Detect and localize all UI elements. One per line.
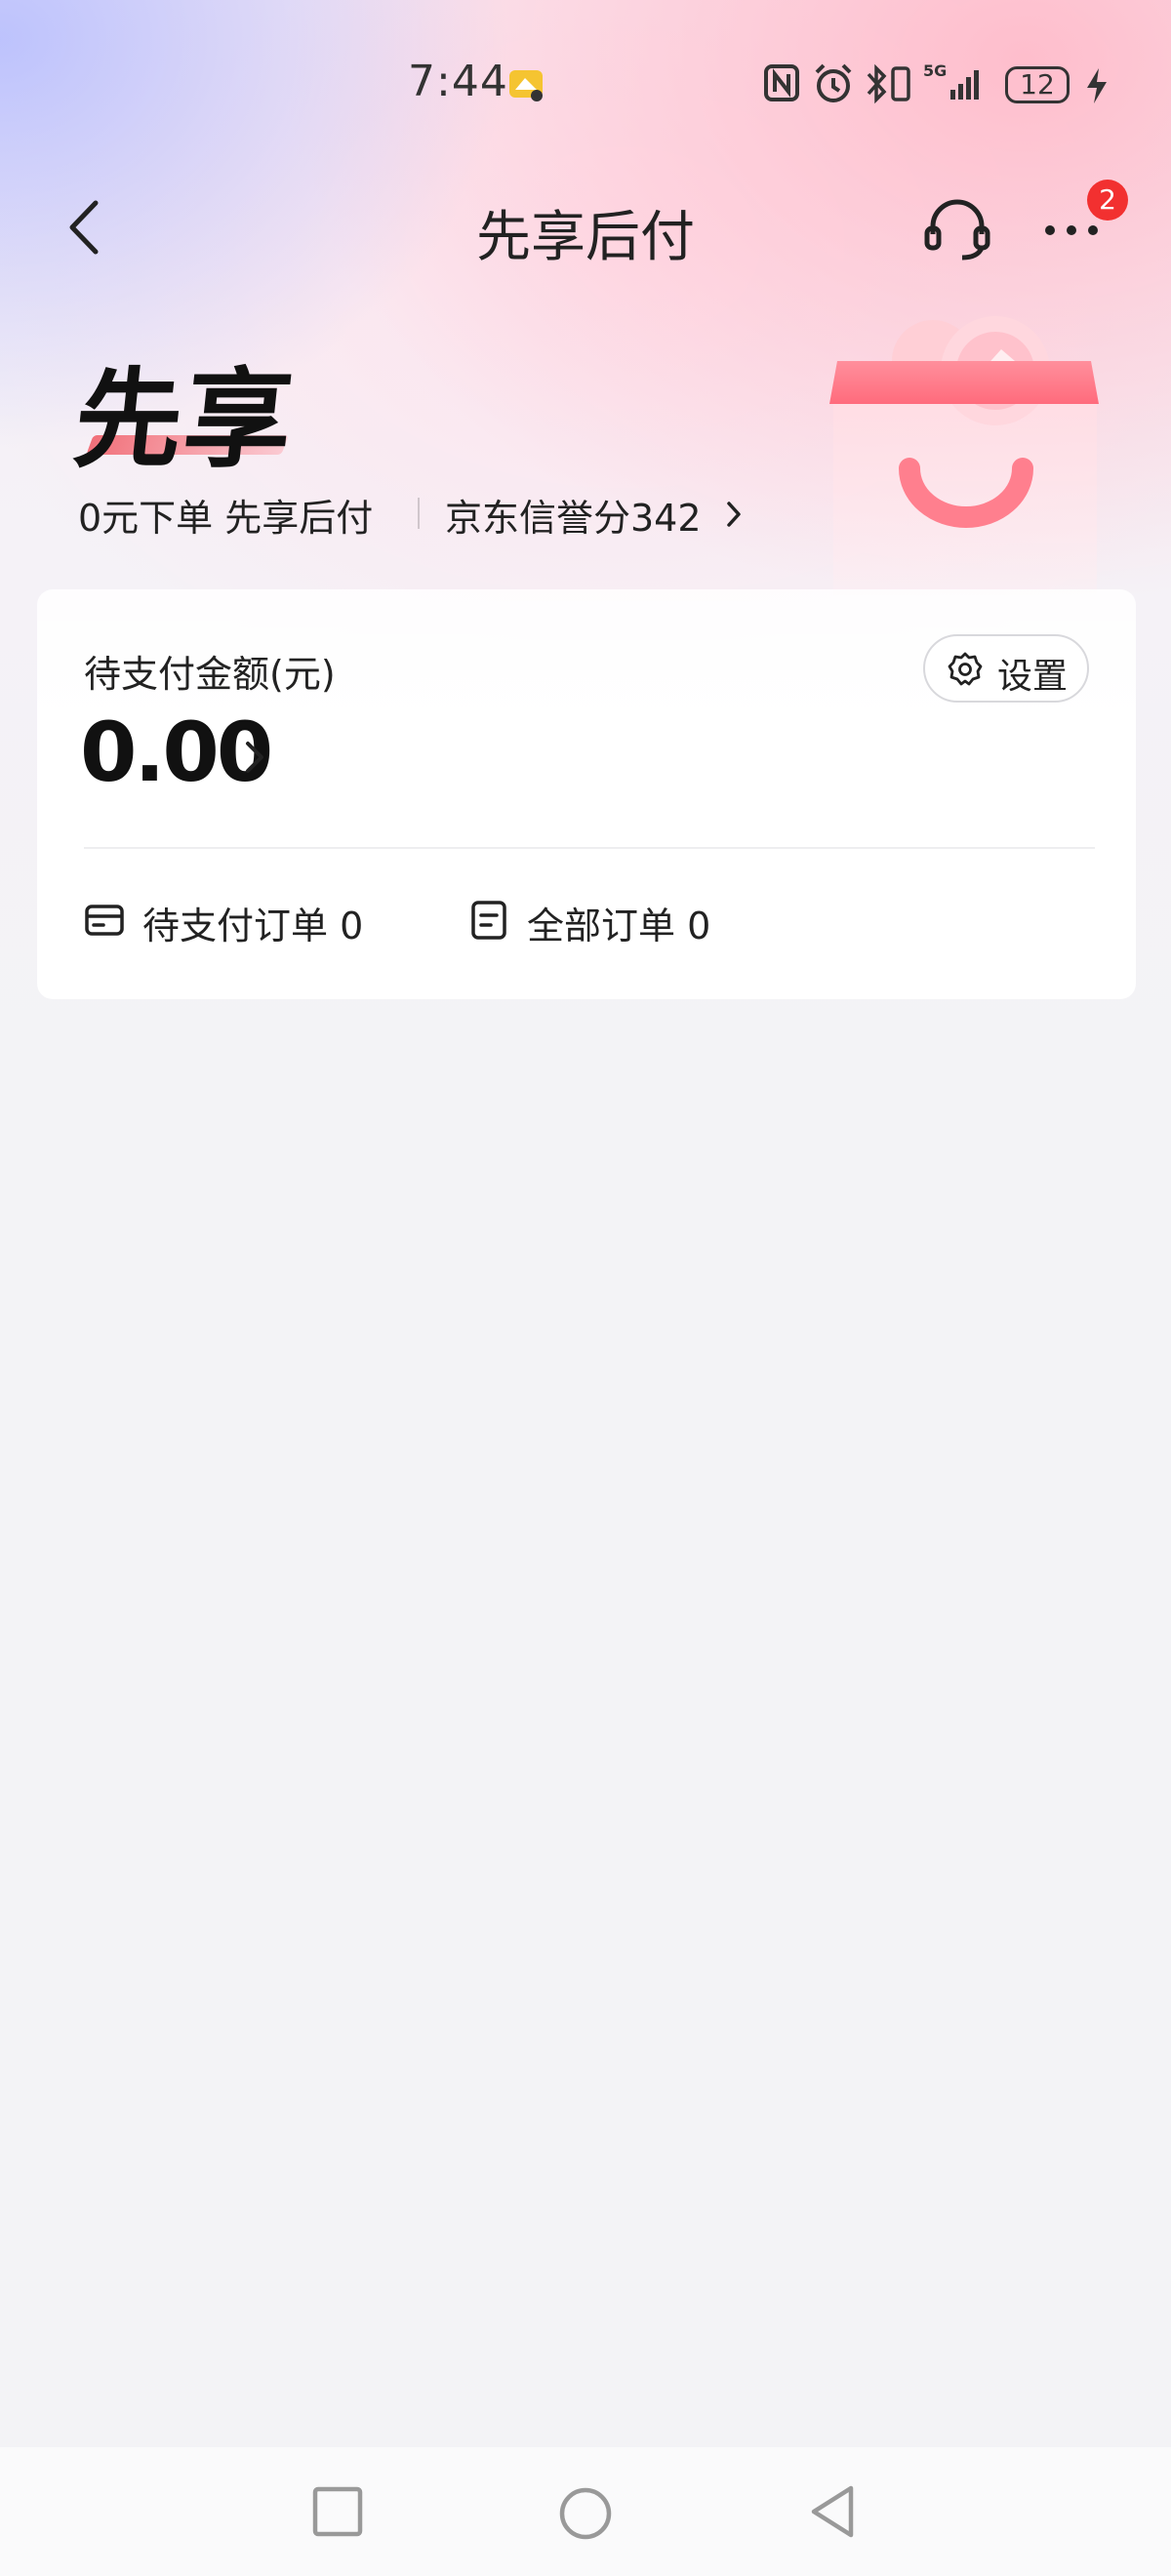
home-icon[interactable]: [556, 2484, 615, 2543]
customer-service-icon[interactable]: [923, 195, 991, 263]
battery-icon: 12: [1005, 66, 1070, 103]
gear-icon: [948, 652, 983, 686]
status-bar: 7:44 5G 12: [0, 0, 1171, 176]
card-divider: [84, 847, 1095, 849]
recent-apps-icon[interactable]: [310, 2484, 365, 2539]
vibrate-icon: [891, 66, 910, 101]
all-orders-link[interactable]: 全部订单 0: [468, 892, 761, 950]
notification-app-icon: [509, 70, 543, 101]
nfc-icon: [764, 64, 799, 101]
notification-badge: 2: [1087, 180, 1128, 221]
settings-button[interactable]: 设置: [923, 634, 1089, 703]
payment-card: 待支付金额(元) 设置 0.00 待支付订单 0 全部订单 0: [37, 589, 1136, 999]
bluetooth-icon: [867, 63, 887, 104]
svg-text:5G: 5G: [923, 61, 947, 80]
system-navigation-bar: [0, 2447, 1171, 2576]
settings-label: 设置: [997, 657, 1069, 697]
alarm-icon: [815, 63, 852, 102]
status-time: 7:44: [408, 57, 508, 106]
charging-icon: [1087, 68, 1107, 103]
5g-signal-icon: 5G: [923, 61, 979, 100]
hero-subtitle: 0元下单 先享后付: [78, 497, 374, 540]
pending-orders-link[interactable]: 待支付订单 0: [84, 892, 406, 950]
page-title: 先享后付: [476, 206, 695, 269]
credit-score-link[interactable]: 京东信誉分342: [445, 488, 702, 542]
card-icon: [85, 905, 124, 936]
chevron-right-icon[interactable]: [724, 498, 744, 531]
amount-label: 待支付金额(元): [84, 653, 336, 696]
document-icon: [471, 901, 506, 940]
shopping-bag-illustration: [829, 316, 1099, 595]
pending-orders-label: 待支付订单 0: [142, 905, 364, 947]
back-icon[interactable]: [61, 195, 109, 260]
hero-title: 先享: [68, 357, 301, 482]
chevron-right-icon[interactable]: [242, 736, 267, 779]
all-orders-label: 全部订单 0: [527, 905, 711, 947]
hero-divider: [418, 498, 420, 529]
back-nav-icon[interactable]: [806, 2482, 861, 2541]
battery-level: 12: [1020, 68, 1055, 101]
